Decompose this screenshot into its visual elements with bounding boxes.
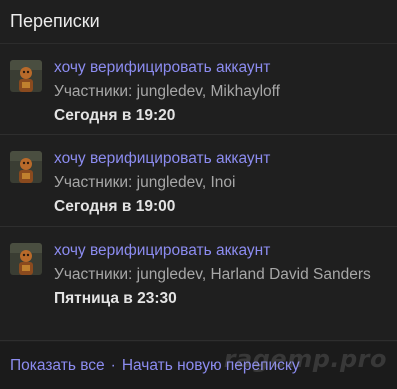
conversation-title-link[interactable]: хочу верифицировать аккаунт: [54, 56, 387, 80]
conversation-participants: Участники: jungledev, Inoi: [54, 174, 236, 191]
conversation-participants: Участники: jungledev, Mikhayloff: [54, 83, 280, 100]
conversation-date: Сегодня в 19:00: [54, 198, 176, 215]
user-avatar-icon[interactable]: [10, 151, 42, 183]
conversation-body: хочу верифицировать аккаунт Участники: j…: [54, 239, 387, 340]
conversation-item[interactable]: хочу верифицировать аккаунт Участники: j…: [0, 135, 397, 227]
conversation-title-link[interactable]: хочу верифицировать аккаунт: [54, 239, 387, 263]
show-all-link[interactable]: Показать все: [10, 357, 105, 375]
conversation-item[interactable]: хочу верифицировать аккаунт Участники: j…: [0, 227, 397, 341]
conversation-body: хочу верифицировать аккаунт Участники: j…: [54, 56, 387, 134]
conversation-date: Пятница в 23:30: [54, 290, 177, 307]
conversation-date: Сегодня в 19:20: [54, 107, 176, 124]
footer-separator: ·: [110, 356, 116, 374]
conversation-participants: Участники: jungledev, Harland David Sand…: [54, 266, 371, 283]
user-avatar-icon[interactable]: [10, 243, 42, 275]
conversations-panel: Переписки хочу верифицировать аккаунт Уч…: [0, 0, 397, 389]
conversation-title-link[interactable]: хочу верифицировать аккаунт: [54, 147, 387, 171]
panel-title: Переписки: [0, 0, 397, 44]
new-conversation-link[interactable]: Начать новую переписку: [122, 357, 300, 375]
user-avatar-icon[interactable]: [10, 60, 42, 92]
conversation-item[interactable]: хочу верифицировать аккаунт Участники: j…: [0, 44, 397, 135]
panel-footer: Показать все · Начать новую переписку: [0, 342, 397, 389]
conversation-body: хочу верифицировать аккаунт Участники: j…: [54, 147, 387, 226]
